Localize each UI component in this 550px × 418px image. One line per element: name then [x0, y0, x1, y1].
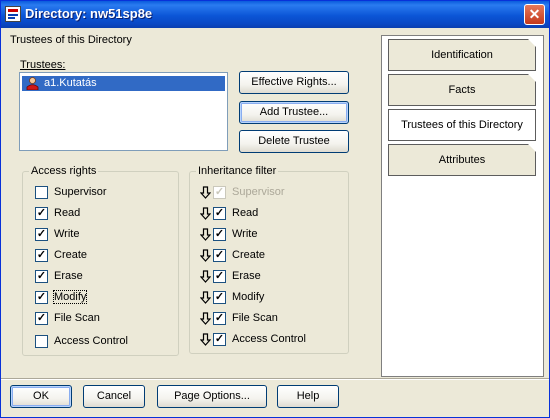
access-read-checkbox[interactable]: ✓ Read: [35, 206, 155, 222]
trustees-label: Trustees:: [20, 59, 66, 71]
add-trustee-button[interactable]: Add Trustee...: [239, 101, 349, 124]
access-erase-checkbox[interactable]: ✓ Erase: [35, 269, 155, 285]
inheritance-filter-legend: Inheritance filter: [196, 165, 279, 177]
cancel-button[interactable]: Cancel: [83, 385, 145, 408]
access-modify-checkbox[interactable]: ✓ Modify: [35, 290, 155, 306]
trustees-panel: Trustees of this Directory Trustees: a1.…: [4, 30, 377, 375]
checkbox-box[interactable]: ✓: [213, 270, 226, 283]
checkbox-box[interactable]: ✓: [213, 186, 226, 199]
checkbox-box[interactable]: ✓: [35, 207, 48, 220]
tab-facts[interactable]: Facts: [388, 74, 536, 106]
checkbox-box[interactable]: ✓: [35, 228, 48, 241]
user-icon: [26, 77, 39, 90]
access-write-checkbox[interactable]: ✓ Write: [35, 227, 155, 243]
tab-trustees-of-this-directory[interactable]: Trustees of this Directory: [388, 109, 536, 141]
panel-title: Trustees of this Directory: [10, 34, 132, 46]
down-arrow-icon: [200, 207, 211, 220]
inherit-supervisor-checkbox[interactable]: ✓ Supervisor: [200, 185, 340, 201]
inherit-modify-checkbox[interactable]: ✓ Modify: [200, 290, 340, 306]
inheritance-filter-group: Inheritance filter ✓ Supervisor ✓ Read ✓…: [189, 165, 349, 354]
help-button[interactable]: Help: [277, 385, 339, 408]
access-file-scan-checkbox[interactable]: ✓ File Scan: [35, 311, 155, 327]
down-arrow-icon: [200, 312, 211, 325]
app-icon: [5, 6, 21, 22]
trustee-name: a1.Kutatás: [44, 77, 97, 89]
checkbox-box[interactable]: ✓: [213, 207, 226, 220]
delete-trustee-button[interactable]: Delete Trustee: [239, 130, 349, 153]
inherit-write-checkbox[interactable]: ✓ Write: [200, 227, 340, 243]
checkbox-box[interactable]: ✓: [213, 249, 226, 262]
ok-button[interactable]: OK: [10, 385, 72, 408]
checkbox-box[interactable]: ✓: [35, 249, 48, 262]
down-arrow-icon: [200, 186, 211, 199]
down-arrow-icon: [200, 291, 211, 304]
close-button[interactable]: ✕: [524, 4, 545, 25]
checkbox-box[interactable]: [35, 335, 48, 348]
down-arrow-icon: [200, 270, 211, 283]
checkbox-box[interactable]: ✓: [213, 291, 226, 304]
inherit-create-checkbox[interactable]: ✓ Create: [200, 248, 340, 264]
checkbox-box[interactable]: ✓: [213, 333, 226, 346]
checkbox-box[interactable]: ✓: [213, 312, 226, 325]
page-options-button[interactable]: Page Options...: [157, 385, 267, 408]
trustee-item[interactable]: a1.Kutatás: [22, 76, 225, 91]
access-create-checkbox[interactable]: ✓ Create: [35, 248, 155, 264]
checkbox-box[interactable]: ✓: [213, 228, 226, 241]
title-bar[interactable]: Directory: nw51sp8e ✕: [1, 1, 549, 28]
checkbox-box[interactable]: ✓: [35, 270, 48, 283]
checkbox-box[interactable]: ✓: [35, 312, 48, 325]
checkbox-box[interactable]: [35, 186, 48, 199]
access-rights-legend: Access rights: [29, 165, 99, 177]
inherit-read-checkbox[interactable]: ✓ Read: [200, 206, 340, 222]
footer-divider: [1, 378, 549, 380]
access-rights-group: Access rights Supervisor ✓ Read ✓ Write …: [22, 165, 179, 356]
effective-rights-button[interactable]: Effective Rights...: [239, 71, 349, 94]
tab-attributes[interactable]: Attributes: [388, 144, 536, 176]
access-access-control-checkbox[interactable]: Access Control: [35, 334, 165, 350]
down-arrow-icon: [200, 249, 211, 262]
down-arrow-icon: [200, 333, 211, 346]
access-supervisor-checkbox[interactable]: Supervisor: [35, 185, 155, 201]
down-arrow-icon: [200, 228, 211, 241]
trustees-list[interactable]: a1.Kutatás: [19, 72, 228, 151]
tab-identification[interactable]: Identification: [388, 39, 536, 71]
inherit-access-control-checkbox[interactable]: ✓ Access Control: [200, 332, 345, 348]
page-tabs-panel: Identification Facts Trustees of this Di…: [381, 35, 544, 377]
checkbox-box[interactable]: ✓: [35, 291, 48, 304]
directory-dialog: Directory: nw51sp8e ✕ Trustees of this D…: [0, 0, 550, 418]
window-title: Directory: nw51sp8e: [25, 6, 153, 21]
inherit-erase-checkbox[interactable]: ✓ Erase: [200, 269, 340, 285]
inherit-file-scan-checkbox[interactable]: ✓ File Scan: [200, 311, 340, 327]
